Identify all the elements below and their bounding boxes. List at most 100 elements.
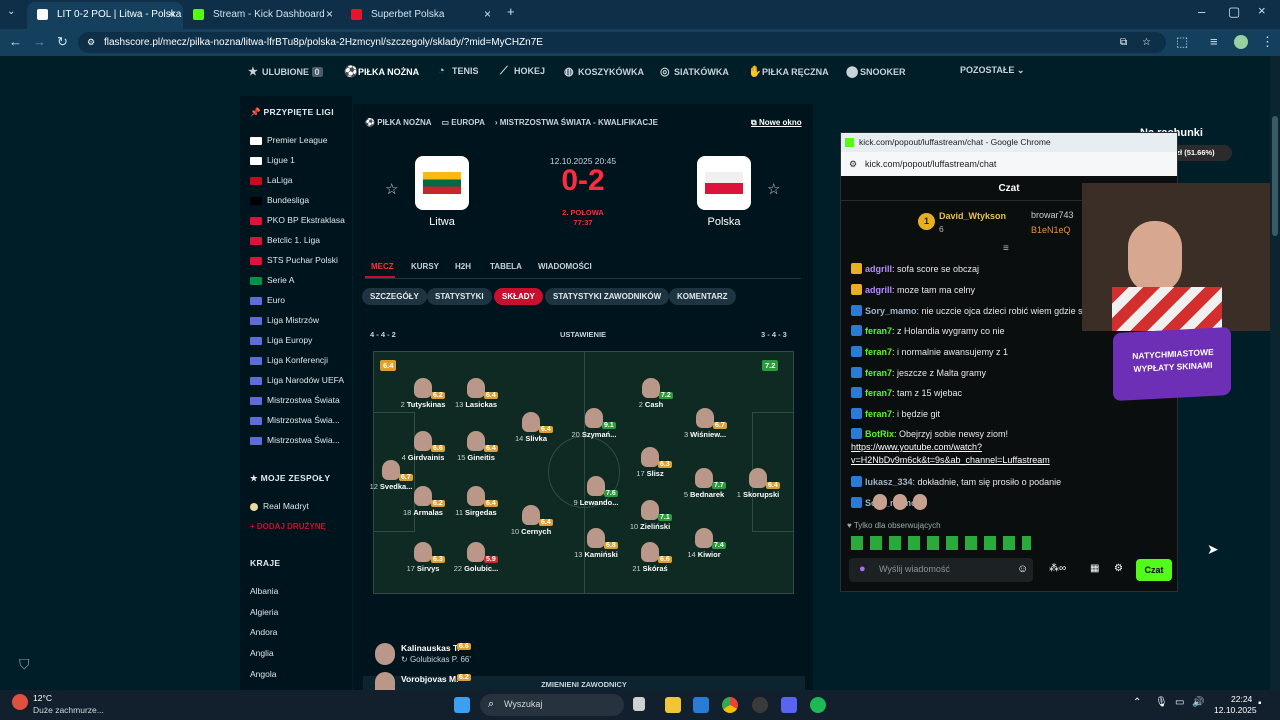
- weather-icon[interactable]: [12, 694, 28, 710]
- page-scrollbar[interactable]: [1270, 56, 1280, 690]
- country-item[interactable]: Anglia: [250, 648, 274, 658]
- away-player[interactable]: 13 Kamiński 6.8: [566, 528, 626, 559]
- pinned-league-item[interactable]: Euro: [250, 295, 285, 305]
- sub-player-2[interactable]: Vorobjovas M. 6.2: [375, 672, 675, 690]
- menu-icon[interactable]: ⋮: [1261, 34, 1274, 50]
- pinned-league-item[interactable]: STS Puchar Polski: [250, 255, 338, 265]
- gift-icon[interactable]: ▦: [1090, 563, 1099, 574]
- away-player[interactable]: 21 Skóraś 6.6: [620, 542, 680, 573]
- chat-username[interactable]: feran7: [865, 347, 892, 357]
- home-player[interactable]: 15 Gineitis 6.4: [446, 431, 506, 462]
- away-team-name[interactable]: Polska: [684, 216, 764, 228]
- country-item[interactable]: Angola: [250, 669, 276, 679]
- site-info-icon[interactable]: ⚙: [87, 32, 95, 53]
- leader-2-name[interactable]: browar743: [1031, 210, 1074, 220]
- back-icon[interactable]: ←: [9, 34, 22, 49]
- away-player[interactable]: 1 Skorupski 6.4: [728, 468, 788, 499]
- chrome-icon[interactable]: [722, 697, 738, 713]
- start-icon[interactable]: [454, 697, 470, 713]
- volume-icon[interactable]: 🔊: [1192, 697, 1204, 708]
- nav-tennis[interactable]: ◔ TENIS: [438, 65, 479, 77]
- chat-input[interactable]: ● Wyślij wiadomość ☺: [849, 558, 1033, 582]
- away-player[interactable]: 5 Bednarek 7.7: [674, 468, 734, 499]
- away-favorite-star-icon[interactable]: ☆: [767, 180, 780, 198]
- lineup-subtab[interactable]: STATYSTYKI: [427, 288, 492, 305]
- team-real-madrid[interactable]: Real Madryt: [250, 501, 309, 511]
- taskbar-search[interactable]: ⌕ Wyszukaj: [480, 694, 624, 716]
- lineup-subtab[interactable]: STATYSTYKI ZAWODNIKÓW: [545, 288, 670, 305]
- pinned-league-item[interactable]: Liga Konferencji: [250, 355, 328, 365]
- chat-username[interactable]: feran7: [865, 409, 892, 419]
- pinned-league-item[interactable]: PKO BP Ekstraklasa: [250, 215, 345, 225]
- home-player[interactable]: 18 Armalas 6.2: [393, 486, 453, 517]
- away-player[interactable]: 10 Zieliński 7.1: [620, 500, 680, 531]
- bookmark-star-icon[interactable]: ☆: [1142, 32, 1151, 53]
- country-item[interactable]: Andora: [250, 627, 277, 637]
- weather-temp[interactable]: 12°C: [33, 693, 52, 703]
- obs-icon[interactable]: [752, 697, 768, 713]
- match-tab[interactable]: WIADOMOŚCI: [538, 262, 592, 271]
- send-chat-button[interactable]: Czat: [1136, 559, 1172, 581]
- home-player[interactable]: 13 Lasickas 6.4: [446, 378, 506, 409]
- app-icon[interactable]: [693, 697, 709, 713]
- match-tab[interactable]: MECZ: [371, 262, 394, 271]
- home-team-name[interactable]: Litwa: [402, 216, 482, 228]
- sub-player-1[interactable]: Kalinauskas T. 6.6 ↻ Golubickas P. 66': [375, 643, 675, 669]
- cast-icon[interactable]: ⧉: [1120, 32, 1127, 53]
- tab-flashscore[interactable]: LIT 0-2 POL | Litwa - Polska 12/ ×: [27, 2, 183, 29]
- emoji-icon[interactable]: ☺: [1017, 563, 1028, 575]
- tab-kick[interactable]: Stream - Kick Dashboard ×: [183, 2, 341, 29]
- clock-date[interactable]: 12.10.2025: [1214, 705, 1257, 715]
- spotify-icon[interactable]: [810, 697, 826, 713]
- task-view-icon[interactable]: [633, 697, 645, 711]
- pinned-league-item[interactable]: Mistrzostwa Świa...: [250, 435, 340, 445]
- match-tab[interactable]: H2H: [455, 262, 471, 271]
- home-player[interactable]: 14 Slivka 6.4: [501, 412, 561, 443]
- nav-hockey[interactable]: ⟋ HOKEJ: [500, 65, 545, 78]
- chat-username[interactable]: adgrill: [865, 285, 892, 295]
- pinned-league-item[interactable]: Bundesliga: [250, 195, 309, 205]
- pinned-league-item[interactable]: Ligue 1: [250, 155, 295, 165]
- pin-collapse-icon[interactable]: ≡: [1003, 243, 1009, 254]
- pinned-league-item[interactable]: Mistrzostwa Świata: [250, 395, 340, 405]
- home-player[interactable]: 17 Sirvys 6.3: [393, 542, 453, 573]
- chat-username[interactable]: feran7: [865, 368, 892, 378]
- away-player[interactable]: 3 Wiśniew... 6.7: [675, 408, 735, 439]
- url-input[interactable]: ⚙ flashscore.pl/mecz/pilka-nozna/litwa-l…: [78, 32, 1166, 53]
- tab-search-icon[interactable]: ⌄: [7, 6, 15, 17]
- country-item[interactable]: Albania: [250, 586, 278, 596]
- chat-username[interactable]: BotRix: [865, 429, 894, 439]
- window-close-button[interactable]: ×: [1258, 3, 1266, 18]
- profile-avatar[interactable]: [1234, 35, 1248, 49]
- mic-icon[interactable]: ●: [859, 563, 866, 575]
- away-player[interactable]: 9 Lewando... 7.6: [566, 476, 626, 507]
- nav-more[interactable]: POZOSTAŁE ⌄: [960, 65, 1024, 76]
- shield-icon[interactable]: ⛉: [19, 656, 30, 673]
- pinned-league-item[interactable]: Betclic 1. Liga: [250, 235, 320, 245]
- tray-chevron-icon[interactable]: ⌃: [1133, 697, 1141, 708]
- nav-handball[interactable]: ✋PIŁKA RĘCZNA: [748, 65, 829, 78]
- nav-basketball[interactable]: ◍ KOSZYKÓWKA: [564, 65, 644, 78]
- chat-link[interactable]: v=H2NbDv9m6ck&t=9s&ab_channel=Luffastrea…: [851, 455, 1050, 465]
- tab-superbet[interactable]: Superbet Polska ×: [341, 2, 499, 29]
- leader-1-name[interactable]: David_Wtykson: [939, 211, 1006, 221]
- reading-list-icon[interactable]: ≡: [1210, 34, 1218, 49]
- notification-icon[interactable]: ▪: [1258, 698, 1262, 709]
- new-tab-button[interactable]: +: [507, 4, 515, 19]
- nav-football[interactable]: ⚽PIŁKA NOŻNA: [344, 65, 419, 78]
- file-explorer-icon[interactable]: [665, 697, 681, 713]
- chat-link[interactable]: https://www.youtube.com/watch?: [851, 442, 982, 452]
- home-player[interactable]: 22 Golubic... 5.9: [446, 542, 506, 573]
- discord-icon[interactable]: [781, 697, 797, 713]
- pinned-league-item[interactable]: LaLiga: [250, 175, 293, 185]
- home-player[interactable]: 10 Cernych 6.4: [501, 505, 561, 536]
- scroll-thumb[interactable]: [1272, 116, 1278, 236]
- away-player[interactable]: 20 Szymań... 9.1: [564, 408, 624, 439]
- weather-desc[interactable]: Duże zachmurze...: [33, 705, 104, 715]
- close-icon[interactable]: ×: [168, 2, 175, 27]
- pinned-league-item[interactable]: Liga Narodów UEFA: [250, 375, 344, 385]
- pinned-league-item[interactable]: Liga Europy: [250, 335, 312, 345]
- nav-favorites[interactable]: ★ ULUBIONE 0: [248, 65, 323, 78]
- home-team-logo[interactable]: [415, 156, 469, 210]
- match-tab[interactable]: TABELA: [490, 262, 522, 271]
